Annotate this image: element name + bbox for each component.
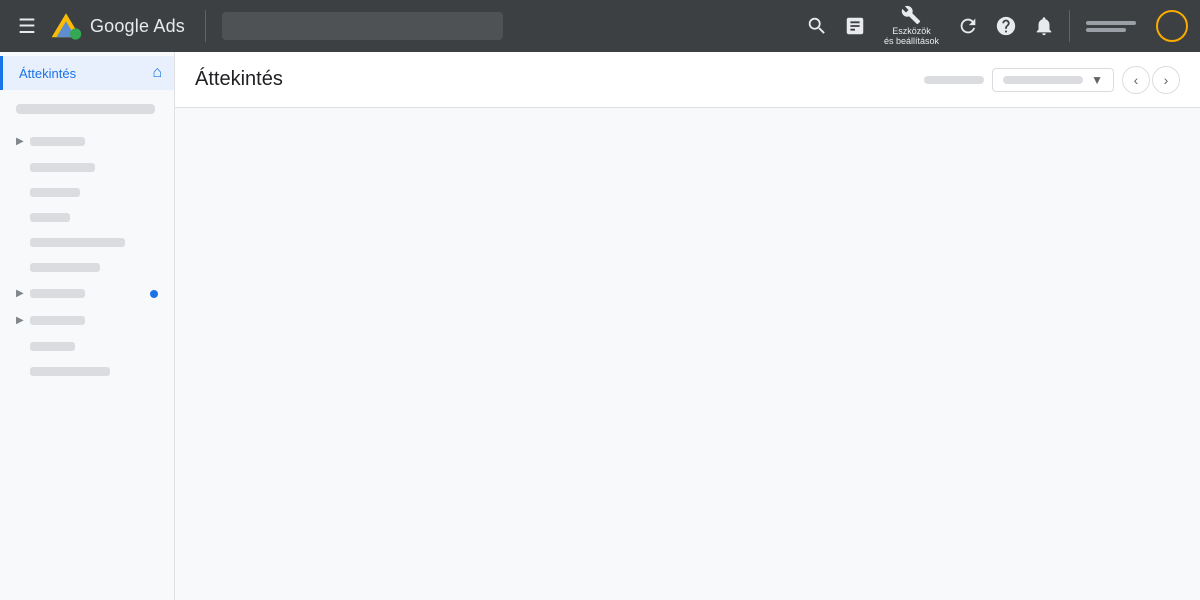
list-item[interactable]: [0, 334, 174, 359]
search-icon: [806, 15, 828, 37]
tools-settings-button[interactable]: Eszközök és beállítások: [876, 1, 947, 51]
chevron-down-icon: ▼: [1091, 73, 1103, 87]
sidebar-label-skeleton: [30, 367, 110, 376]
sidebar-label-skeleton: [30, 316, 85, 325]
navigation-arrows: ‹ ›: [1122, 66, 1180, 94]
nav-prev-button[interactable]: ‹: [1122, 66, 1150, 94]
main-header: Áttekintés ▼ ‹ ›: [175, 52, 1200, 108]
main-header-actions: ▼ ‹ ›: [924, 66, 1180, 94]
account-name-placeholder: [1078, 17, 1144, 36]
sidebar-label-skeleton: [30, 342, 75, 351]
sidebar-item-attekintes[interactable]: Áttekintés ⌂: [0, 56, 174, 90]
notification-dot: [150, 290, 158, 298]
sidebar-label-skeleton: [30, 289, 85, 298]
reports-icon: [844, 15, 866, 37]
sidebar-active-label: Áttekintés: [19, 66, 76, 81]
sidebar-label-skeleton: [30, 213, 70, 222]
list-item[interactable]: [0, 359, 174, 384]
main-content-area: Áttekintés ▼ ‹ ›: [175, 52, 1200, 600]
notifications-icon-button[interactable]: [1027, 9, 1061, 43]
search-icon-button[interactable]: [800, 9, 834, 43]
main-layout: Áttekintés ⌂ ▶ ▶: [0, 52, 1200, 600]
sidebar-label-skeleton: [30, 238, 125, 247]
date-range-dropdown[interactable]: ▼: [992, 68, 1114, 92]
hamburger-menu-button[interactable]: ☰: [12, 8, 42, 45]
app-logo: Google Ads: [50, 10, 185, 42]
list-item[interactable]: ▶: [0, 307, 174, 334]
refresh-icon-button[interactable]: [951, 9, 985, 43]
search-bar-skeleton: [222, 12, 503, 40]
sidebar: Áttekintés ⌂ ▶ ▶: [0, 52, 175, 600]
chevron-right-icon: ▶: [16, 136, 24, 147]
sidebar-skeleton-group-1: [0, 90, 174, 128]
reports-icon-button[interactable]: [838, 9, 872, 43]
sidebar-label-skeleton: [30, 263, 100, 272]
sidebar-skeleton-bar-1: [16, 104, 155, 114]
app-title: Google Ads: [90, 16, 185, 37]
account-avatar[interactable]: [1156, 10, 1188, 42]
list-item[interactable]: ▶: [0, 128, 174, 155]
refresh-icon: [957, 15, 979, 37]
help-icon: [995, 15, 1017, 37]
sidebar-label-skeleton: [30, 137, 85, 146]
google-ads-logo-icon: [50, 10, 82, 42]
dropdown-label-placeholder: [1003, 76, 1083, 84]
tools-icon: [901, 5, 921, 25]
topnav-action-buttons: Eszközök és beállítások: [800, 1, 1188, 51]
list-item[interactable]: ▶: [0, 280, 174, 307]
page-title: Áttekintés: [195, 68, 283, 91]
main-body: [175, 108, 1200, 600]
nav-next-button[interactable]: ›: [1152, 66, 1180, 94]
sidebar-label-skeleton: [30, 163, 95, 172]
home-icon: ⌂: [152, 64, 162, 82]
nav-divider: [205, 10, 206, 42]
tools-label: Eszközök és beállítások: [884, 27, 939, 47]
actions-divider: [1069, 10, 1070, 42]
list-item[interactable]: [0, 230, 174, 255]
chevron-right-icon: ▶: [16, 288, 24, 299]
list-item[interactable]: [0, 255, 174, 280]
help-icon-button[interactable]: [989, 9, 1023, 43]
bell-icon: [1033, 15, 1055, 37]
list-item[interactable]: [0, 205, 174, 230]
list-item[interactable]: [0, 180, 174, 205]
chevron-right-icon: ▶: [16, 315, 24, 326]
list-item[interactable]: [0, 155, 174, 180]
top-navigation: ☰ Google Ads Eszközök és beállítások: [0, 0, 1200, 52]
sidebar-label-skeleton: [30, 188, 80, 197]
header-bar-placeholder: [924, 76, 984, 84]
